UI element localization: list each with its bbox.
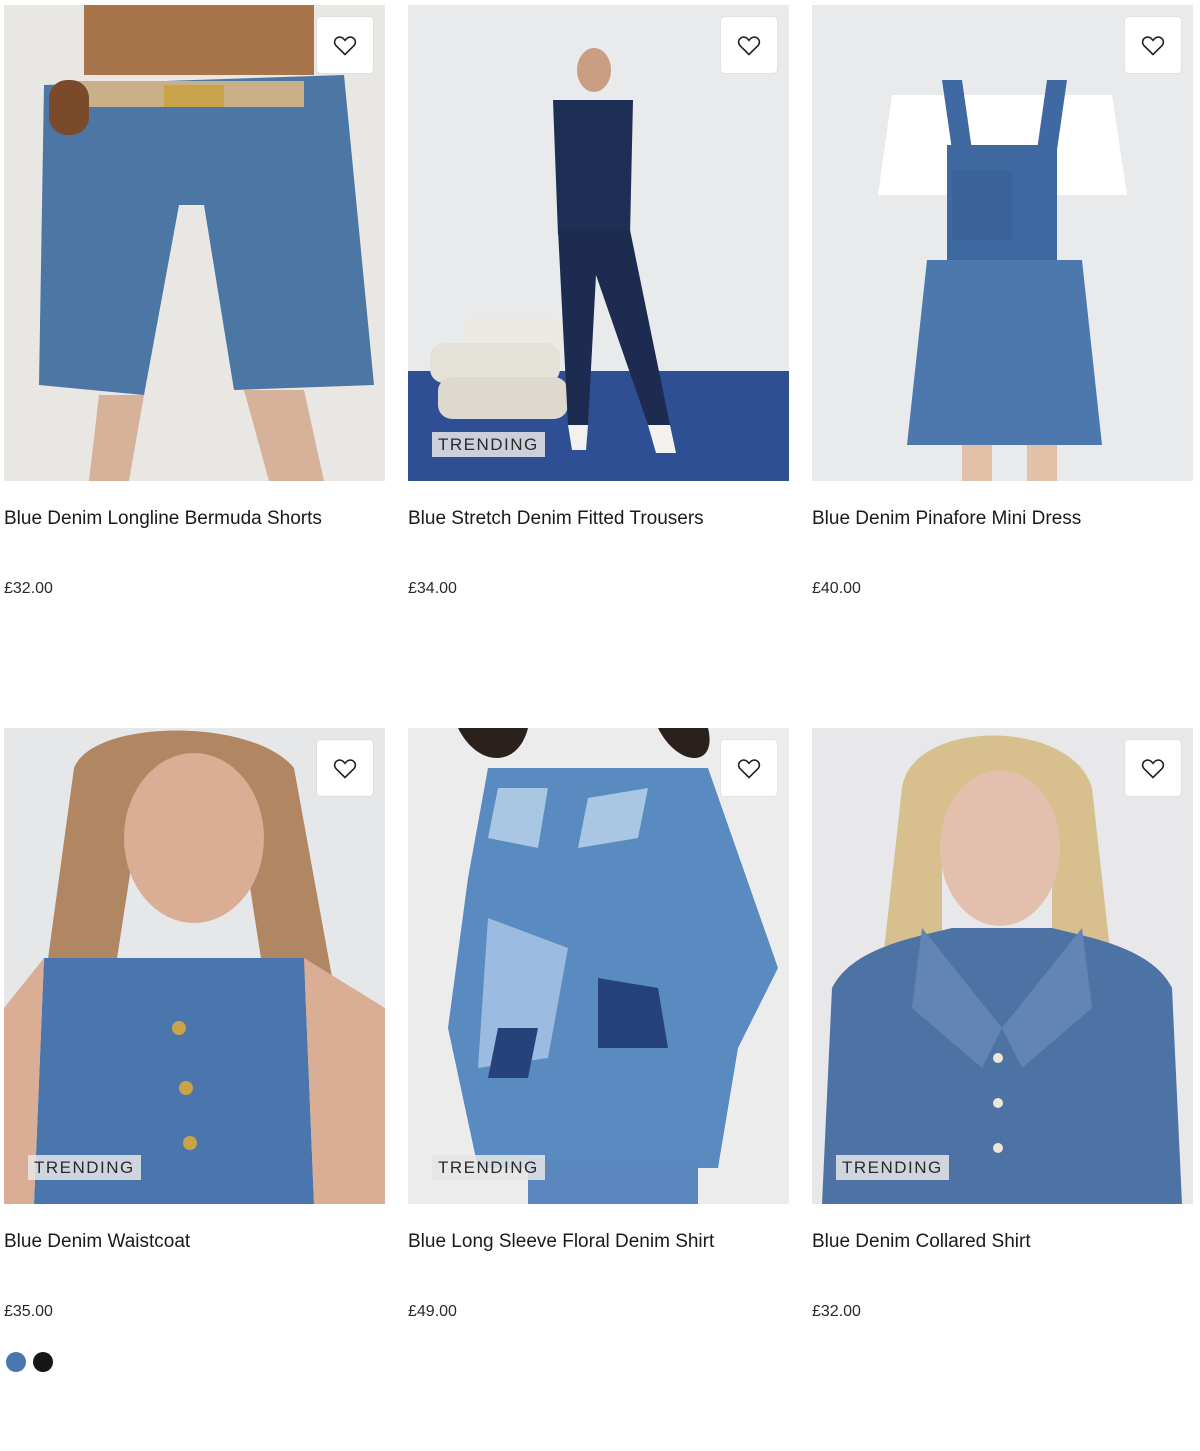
wishlist-button[interactable] — [721, 17, 777, 73]
product-image[interactable] — [812, 5, 1193, 481]
wishlist-button[interactable] — [721, 740, 777, 796]
wishlist-button[interactable] — [317, 17, 373, 73]
product-image[interactable]: TRENDING — [4, 728, 385, 1204]
product-price: £40.00 — [812, 580, 861, 597]
heart-outline-icon — [333, 759, 357, 779]
heart-outline-icon — [333, 36, 357, 56]
trending-badge: TRENDING — [28, 1155, 141, 1180]
product-photo-shorts — [4, 5, 385, 481]
product-price: £32.00 — [4, 580, 53, 597]
product-card[interactable]: Blue Denim Longline Bermuda Shorts £32.0… — [4, 5, 385, 728]
product-price: £32.00 — [812, 1303, 861, 1320]
trending-badge: TRENDING — [836, 1155, 949, 1180]
trending-badge: TRENDING — [432, 1155, 545, 1180]
heart-outline-icon — [737, 36, 761, 56]
product-title[interactable]: Blue Denim Longline Bermuda Shorts — [4, 508, 322, 530]
product-title[interactable]: Blue Denim Collared Shirt — [812, 1231, 1031, 1253]
product-card[interactable]: TRENDING Blue Denim Collared Shirt £32.0… — [812, 728, 1193, 1451]
product-photo-trousers — [408, 5, 789, 481]
product-title[interactable]: Blue Stretch Denim Fitted Trousers — [408, 508, 704, 530]
trending-badge: TRENDING — [432, 432, 545, 457]
product-photo-floral-shirt — [408, 728, 789, 1204]
product-card[interactable]: TRENDING Blue Denim Waistcoat £35.00 — [4, 728, 385, 1451]
product-image[interactable]: TRENDING — [408, 5, 789, 481]
product-title[interactable]: Blue Denim Pinafore Mini Dress — [812, 508, 1081, 530]
wishlist-button[interactable] — [317, 740, 373, 796]
product-card[interactable]: TRENDING Blue Stretch Denim Fitted Trous… — [408, 5, 789, 728]
product-photo-waistcoat — [4, 728, 385, 1204]
product-card[interactable]: Blue Denim Pinafore Mini Dress £40.00 — [812, 5, 1193, 728]
heart-outline-icon — [1141, 759, 1165, 779]
product-grid: Blue Denim Longline Bermuda Shorts £32.0… — [4, 5, 1194, 1451]
wishlist-button[interactable] — [1125, 17, 1181, 73]
product-card[interactable]: TRENDING Blue Long Sleeve Floral Denim S… — [408, 728, 789, 1451]
product-image[interactable] — [4, 5, 385, 481]
product-price: £35.00 — [4, 1303, 53, 1320]
color-swatches — [6, 1352, 53, 1372]
wishlist-button[interactable] — [1125, 740, 1181, 796]
product-price: £34.00 — [408, 580, 457, 597]
product-photo-collared-shirt — [812, 728, 1193, 1204]
product-photo-pinafore — [812, 5, 1193, 481]
product-title[interactable]: Blue Denim Waistcoat — [4, 1231, 190, 1253]
swatch-black[interactable] — [33, 1352, 53, 1372]
product-price: £49.00 — [408, 1303, 457, 1320]
product-title[interactable]: Blue Long Sleeve Floral Denim Shirt — [408, 1231, 714, 1253]
swatch-blue[interactable] — [6, 1352, 26, 1372]
product-image[interactable]: TRENDING — [812, 728, 1193, 1204]
heart-outline-icon — [737, 759, 761, 779]
heart-outline-icon — [1141, 36, 1165, 56]
product-image[interactable]: TRENDING — [408, 728, 789, 1204]
